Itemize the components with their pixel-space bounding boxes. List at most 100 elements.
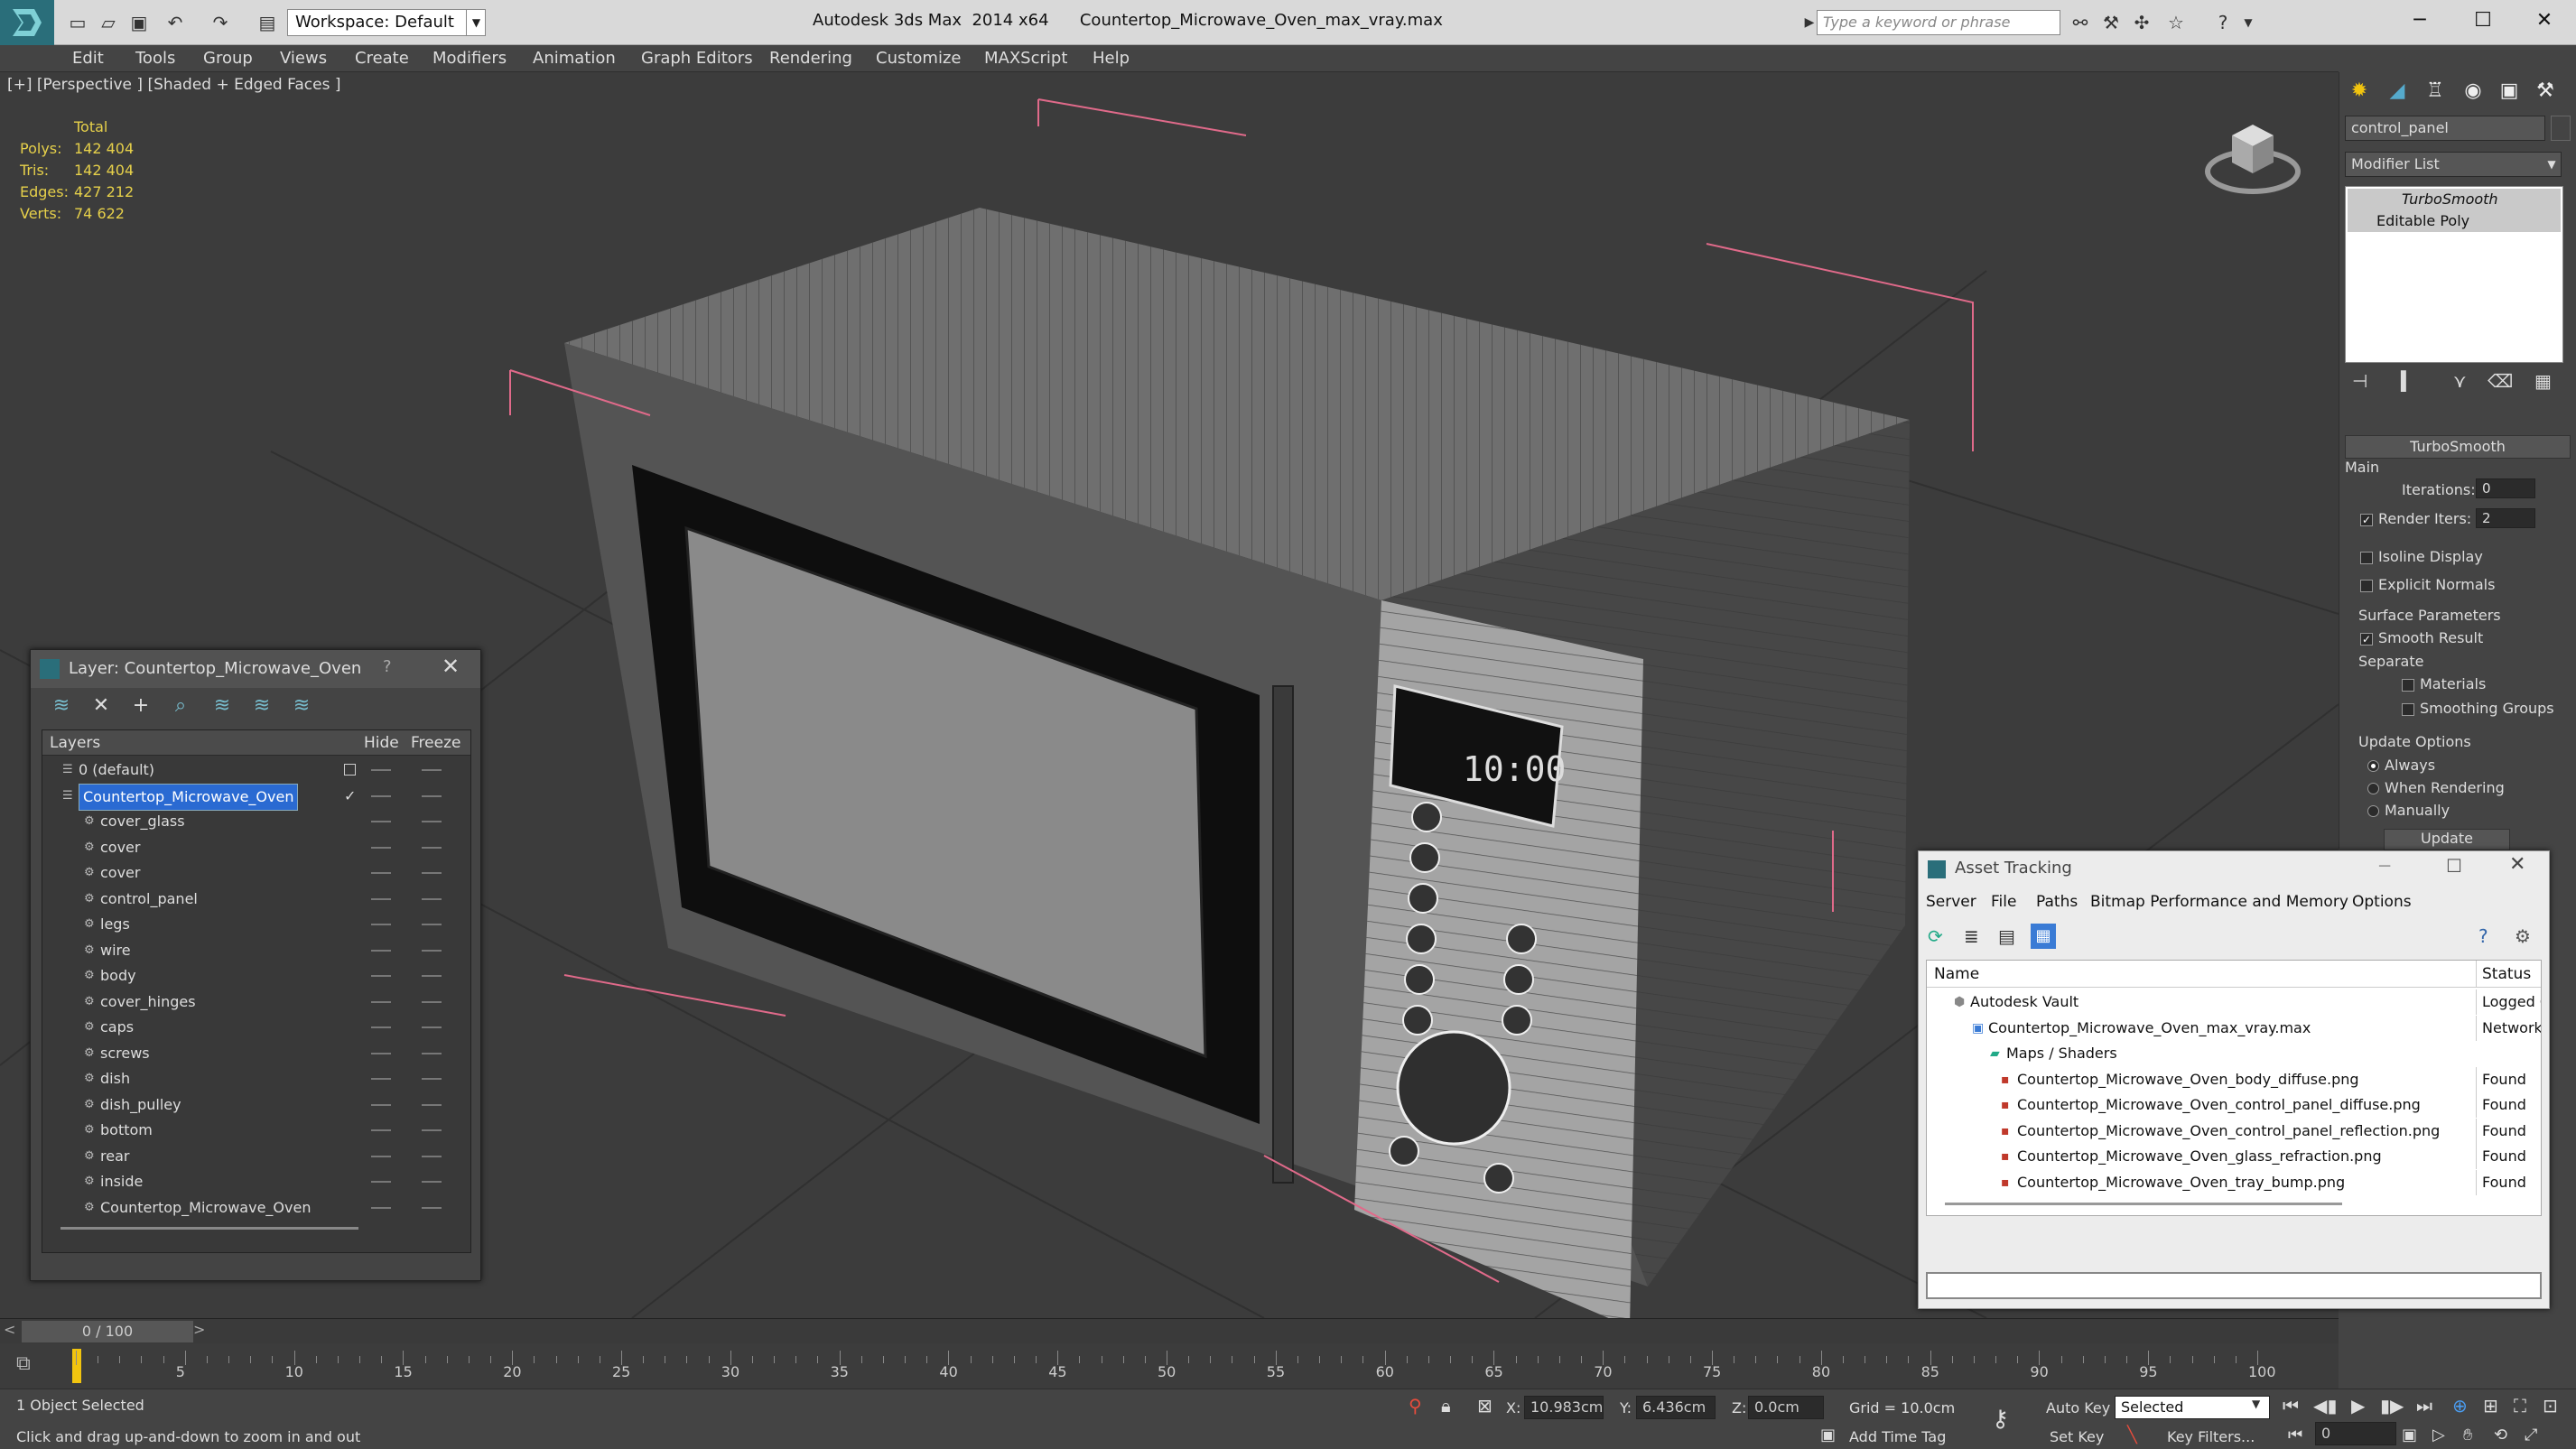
layer-row[interactable]: ⚙ rear <box>42 1144 470 1170</box>
layer-hide-toggle[interactable] <box>371 821 391 822</box>
modify-tab-icon[interactable]: ◢ <box>2379 76 2415 107</box>
layer-freeze-toggle[interactable] <box>422 1103 442 1106</box>
menu-views[interactable]: Views <box>280 45 327 72</box>
layer-row[interactable]: ⚙ screws <box>42 1041 470 1067</box>
layer-freeze-toggle[interactable] <box>422 1181 442 1183</box>
thumbnail-view-icon[interactable]: ▤ <box>1998 925 2015 947</box>
hide-all-layers-icon[interactable]: ≋ <box>247 693 276 719</box>
auto-key-button[interactable]: Auto Key <box>2046 1399 2110 1416</box>
col-name[interactable]: Name <box>1934 961 1979 988</box>
layer-hide-toggle[interactable] <box>371 897 391 900</box>
time-slider[interactable]: < 0 / 100 > <box>0 1318 2339 1343</box>
orbit-icon[interactable]: ⟲ <box>2494 1426 2507 1444</box>
motion-tab-icon[interactable]: ◉ <box>2455 76 2491 107</box>
pan-view-icon[interactable]: ✋︎ <box>2463 1426 2472 1444</box>
layer-hide-toggle[interactable] <box>371 794 391 797</box>
layer-row[interactable]: ⚙ bottom <box>42 1118 470 1144</box>
z-coord-field[interactable]: 0.0cm <box>1748 1396 1824 1419</box>
layer-freeze-toggle[interactable] <box>422 846 442 849</box>
layer-hide-toggle[interactable] <box>371 1000 391 1003</box>
layer-name[interactable]: Countertop_Microwave_Oven <box>100 1195 311 1221</box>
layer-freeze-toggle[interactable] <box>422 1078 442 1080</box>
refresh-icon[interactable]: ⟳ <box>1928 925 1943 947</box>
object-name-field[interactable]: control_panel <box>2345 116 2545 141</box>
make-unique-icon[interactable]: ⋎ <box>2453 370 2467 392</box>
time-config-icon[interactable]: ▣ <box>2402 1426 2417 1444</box>
layer-window-title[interactable]: Layer: Countertop_Microwave_Oven <box>31 650 480 688</box>
set-key-icon[interactable]: ⚷ <box>1992 1406 2009 1433</box>
layer-hide-toggle[interactable] <box>371 769 391 771</box>
col-layers[interactable]: Layers <box>50 730 100 756</box>
layer-hide-toggle[interactable] <box>371 924 391 925</box>
layer-name[interactable]: cover <box>100 860 140 886</box>
iterations-spinner[interactable]: 0 <box>2476 478 2535 498</box>
stack-item-turbosmooth[interactable]: TurboSmooth <box>2348 189 2561 210</box>
layer-name[interactable]: dish <box>100 1066 130 1091</box>
pin-stack-icon[interactable]: ⊣ <box>2352 370 2367 392</box>
asset-scrollbar[interactable] <box>1945 1203 2342 1205</box>
layer-name[interactable]: body <box>100 963 136 989</box>
turbosmooth-rollout-header[interactable]: TurboSmooth <box>2345 435 2571 459</box>
asset-row[interactable]: ⬢ Autodesk Vault Logged O <box>1927 989 2541 1016</box>
key-mode-toggle-icon[interactable]: ⏮ <box>2288 1426 2302 1444</box>
when-rendering-radio[interactable] <box>2367 783 2379 794</box>
asset-row[interactable]: ▪ Countertop_Microwave_Oven_control_panel… <box>1927 1118 2541 1145</box>
viewport-label[interactable]: [+] [Perspective ] [Shaded + Edged Faces… <box>7 76 340 94</box>
materials-checkbox[interactable] <box>2402 678 2414 692</box>
open-file-icon[interactable]: ▱ <box>96 11 121 34</box>
render-iters-checkbox[interactable]: ✓ <box>2360 513 2373 526</box>
chevron-down-icon[interactable]: ▼ <box>2542 153 2562 175</box>
layer-name[interactable]: wire <box>100 938 131 963</box>
maximize-button[interactable]: ☐ <box>2451 0 2515 42</box>
add-to-layer-icon[interactable]: + <box>126 693 155 719</box>
layer-row[interactable]: ⚙ caps <box>42 1015 470 1041</box>
play-icon[interactable]: ▶ <box>2351 1395 2365 1416</box>
layer-name[interactable]: control_panel <box>100 887 198 912</box>
chevron-down-icon[interactable]: ▼ <box>466 9 486 36</box>
help-icon[interactable]: ? <box>2478 925 2488 947</box>
layer-hide-toggle[interactable] <box>371 1206 391 1209</box>
layer-freeze-toggle[interactable] <box>422 1129 442 1131</box>
viewcube-icon[interactable] <box>2194 108 2311 208</box>
close-button[interactable]: ✕ <box>2513 0 2576 42</box>
explicit-normals-checkbox[interactable] <box>2360 579 2373 592</box>
go-to-end-icon[interactable]: ⏭ <box>2416 1395 2432 1416</box>
chevron-down-icon[interactable]: ▼ <box>2252 1398 2260 1410</box>
previous-key-icon[interactable]: ◀▮ <box>2313 1395 2337 1416</box>
lock-selection-icon[interactable]: 🔒︎ <box>1441 1395 1451 1416</box>
menu-create[interactable]: Create <box>355 45 409 72</box>
layer-row[interactable]: ⚙ cover_hinges <box>42 989 470 1016</box>
set-key-button[interactable]: Set Key <box>2050 1428 2104 1445</box>
asset-row[interactable]: ▰ Maps / Shaders <box>1927 1041 2541 1067</box>
col-status[interactable]: Status <box>2476 961 2531 988</box>
layer-hide-toggle[interactable] <box>371 1078 391 1080</box>
utilities-tab-icon[interactable]: ⚒ <box>2527 76 2563 107</box>
layer-freeze-toggle[interactable] <box>422 897 442 900</box>
maximize-button[interactable]: ☐ <box>2446 855 2462 877</box>
manually-radio[interactable] <box>2367 805 2379 817</box>
layer-row[interactable]: ⚙ dish <box>42 1066 470 1092</box>
layer-hide-toggle[interactable] <box>371 1103 391 1106</box>
workspace-dropdown[interactable]: Workspace: Default <box>287 9 486 36</box>
smoothing-groups-checkbox[interactable] <box>2402 702 2414 716</box>
layer-row[interactable]: ☰ Countertop_Microwave_Oven ✓ <box>42 783 470 811</box>
layer-freeze-toggle[interactable] <box>422 1052 442 1054</box>
next-key-icon[interactable]: ▮▶ <box>2380 1395 2404 1416</box>
menu-tools[interactable]: Tools <box>135 45 175 72</box>
layer-name[interactable]: 0 (default) <box>79 757 154 783</box>
help-dropdown-icon[interactable]: ▼ <box>2236 11 2261 34</box>
close-icon[interactable]: ✕ <box>2509 853 2525 876</box>
redo-icon[interactable]: ↷ <box>208 11 233 34</box>
layer-freeze-toggle[interactable] <box>422 1206 442 1209</box>
x-coord-field[interactable]: 10.983cm <box>1524 1396 1604 1419</box>
asset-row[interactable]: ▪ Countertop_Microwave_Oven_control_panel… <box>1927 1092 2541 1119</box>
layer-row[interactable]: ⚙ body <box>42 963 470 989</box>
hierarchy-tab-icon[interactable]: ♖ <box>2417 76 2453 107</box>
layer-hide-toggle[interactable] <box>371 1129 391 1131</box>
layer-name[interactable]: cover <box>100 835 140 860</box>
layer-freeze-toggle[interactable] <box>422 794 442 797</box>
menu-edit[interactable]: Edit <box>72 45 104 72</box>
layer-row[interactable]: ⚙ cover <box>42 860 470 887</box>
layer-row[interactable]: ⚙ legs <box>42 912 470 938</box>
asset-menu-file[interactable]: File <box>1991 893 2016 911</box>
